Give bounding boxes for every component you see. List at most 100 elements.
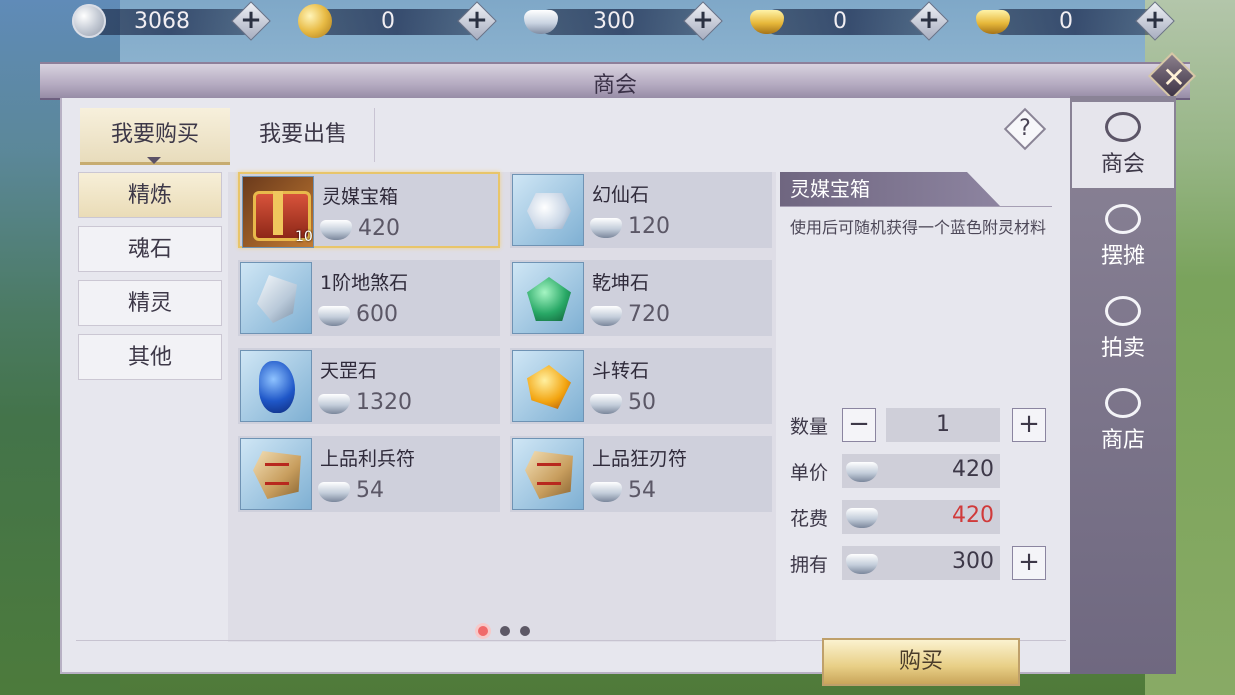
quantity-row: 数量 − 1 + <box>790 408 1050 444</box>
item-name: 天罡石 <box>320 360 378 382</box>
side-nav-trade[interactable]: 商会 <box>1072 102 1174 188</box>
silver-ingot-icon <box>590 394 622 414</box>
currency-gold-coin: 0 + <box>298 4 494 40</box>
plus-icon: + <box>466 5 488 35</box>
unit-price-label: 单价 <box>790 462 829 484</box>
silver-ingot-icon <box>846 554 878 574</box>
add-currency-button[interactable]: + <box>460 4 494 38</box>
detail-description: 使用后可随机获得一个蓝色附灵材料 <box>790 218 1047 237</box>
chest-icon: 10 <box>242 176 314 248</box>
quantity-minus-button[interactable]: − <box>842 408 876 442</box>
item-card[interactable]: 1阶地煞石 600 <box>238 260 500 336</box>
quantity-plus-button[interactable]: + <box>1012 408 1046 442</box>
category-refine[interactable]: 精炼 <box>78 172 222 218</box>
close-button[interactable]: ✕ <box>1150 54 1196 100</box>
item-detail-panel: 灵媒宝箱 使用后可随机获得一个蓝色附灵材料 数量 − 1 + 单价 420 花费… <box>780 172 1060 642</box>
add-currency-button[interactable]: + <box>234 4 268 38</box>
add-currency-button[interactable]: + <box>1138 4 1172 38</box>
page-dot[interactable] <box>500 626 510 636</box>
owned-value: 300 <box>952 549 994 574</box>
unit-price-row: 单价 420 <box>790 454 1050 490</box>
side-nav-label: 商店 <box>1100 428 1145 453</box>
category-other[interactable]: 其他 <box>78 334 222 380</box>
item-card[interactable]: 天罡石 1320 <box>238 348 500 424</box>
white-crystal-icon <box>512 174 584 246</box>
stall-icon <box>1105 204 1141 234</box>
category-spirit[interactable]: 精灵 <box>78 280 222 326</box>
quantity-value[interactable]: 1 <box>886 408 1000 442</box>
item-price: 50 <box>628 390 656 415</box>
currency-value: 3068 <box>134 9 190 34</box>
silver-ingot-icon <box>590 306 622 326</box>
silver-ingot-icon <box>318 394 350 414</box>
add-currency-button[interactable]: + <box>912 4 946 38</box>
plus-icon: + <box>918 5 940 35</box>
currency-bar: 3068 + 0 + 300 + 0 + 0 + <box>72 4 1182 40</box>
auction-icon <box>1105 296 1141 326</box>
item-card[interactable]: 幻仙石 120 <box>510 172 772 248</box>
quantity-label: 数量 <box>790 416 829 438</box>
cost-value: 420 <box>952 503 994 528</box>
item-price: 54 <box>628 478 656 503</box>
side-nav-shop[interactable]: 商店 <box>1072 378 1174 464</box>
silver-ingot-icon <box>590 482 622 502</box>
blue-gem-icon <box>240 350 312 422</box>
buy-button[interactable]: 购买 <box>822 638 1020 686</box>
item-card[interactable]: 10 灵媒宝箱 420 <box>238 172 500 248</box>
detail-title: 灵媒宝箱 <box>780 172 1000 206</box>
clear-crystal-icon <box>240 262 312 334</box>
side-nav-stall[interactable]: 摆摊 <box>1072 194 1174 280</box>
item-name: 上品利兵符 <box>320 448 416 470</box>
currency-value: 0 <box>833 9 847 34</box>
add-currency-button[interactable]: + <box>686 4 720 38</box>
trade-icon <box>1105 112 1141 142</box>
item-count: 10 <box>295 229 313 245</box>
unit-price-value: 420 <box>952 457 994 482</box>
tab-buy[interactable]: 我要购买 <box>80 108 230 165</box>
page-dot[interactable] <box>478 626 488 636</box>
plus-icon: + <box>1144 5 1166 35</box>
gold-coin-icon <box>298 4 332 38</box>
item-name: 幻仙石 <box>592 184 650 206</box>
silver-ingot-icon <box>590 218 622 238</box>
item-name: 斗转石 <box>592 360 650 382</box>
silver-ingot-icon <box>318 306 350 326</box>
item-card[interactable]: 斗转石 50 <box>510 348 772 424</box>
silver-coin-icon <box>72 4 106 38</box>
title-bar: 商会 <box>40 62 1190 100</box>
currency-silver-ingot: 300 + <box>524 4 720 40</box>
plus-icon: + <box>240 5 262 35</box>
silver-ingot-icon <box>318 482 350 502</box>
detail-divider <box>780 206 1052 207</box>
green-gem-icon <box>512 262 584 334</box>
question-icon: ? <box>1019 116 1031 141</box>
tab-bar: 我要购买 我要出售 <box>80 108 375 165</box>
category-soulstone[interactable]: 魂石 <box>78 226 222 272</box>
side-nav-auction[interactable]: 拍卖 <box>1072 286 1174 372</box>
page-dot[interactable] <box>520 626 530 636</box>
help-button[interactable]: ? <box>1006 110 1044 148</box>
plus-icon: + <box>692 5 714 35</box>
rune-icon <box>512 438 584 510</box>
window-title: 商会 <box>592 73 637 98</box>
item-name: 1阶地煞石 <box>320 272 409 294</box>
item-price: 54 <box>356 478 384 503</box>
owned-label: 拥有 <box>790 554 829 576</box>
item-name: 灵媒宝箱 <box>322 186 399 208</box>
owned-row: 拥有 300 + <box>790 546 1050 582</box>
close-icon: ✕ <box>1162 61 1186 94</box>
side-nav: 商会 摆摊 拍卖 商店 <box>1070 96 1176 674</box>
add-currency-button[interactable]: + <box>1012 546 1046 580</box>
tab-sell[interactable]: 我要出售 <box>232 108 375 162</box>
silver-ingot-icon <box>320 220 352 240</box>
item-price: 120 <box>628 214 670 239</box>
main-panel: 我要购买 我要出售 ? 精炼 魂石 精灵 其他 10 灵媒宝箱 420 幻仙石 <box>60 98 1074 686</box>
currency-value: 0 <box>381 9 395 34</box>
trade-window: 商会 我要购买 我要出售 ? 精炼 魂石 精灵 其他 10 灵媒宝箱 420 幻… <box>40 62 1190 686</box>
item-card[interactable]: 上品利兵符 54 <box>238 436 500 512</box>
item-card[interactable]: 乾坤石 720 <box>510 260 772 336</box>
item-card[interactable]: 上品狂刃符 54 <box>510 436 772 512</box>
currency-value: 300 <box>593 9 635 34</box>
side-nav-label: 拍卖 <box>1100 336 1145 361</box>
currency-locked-gold-ingot: 0 + <box>750 4 946 40</box>
